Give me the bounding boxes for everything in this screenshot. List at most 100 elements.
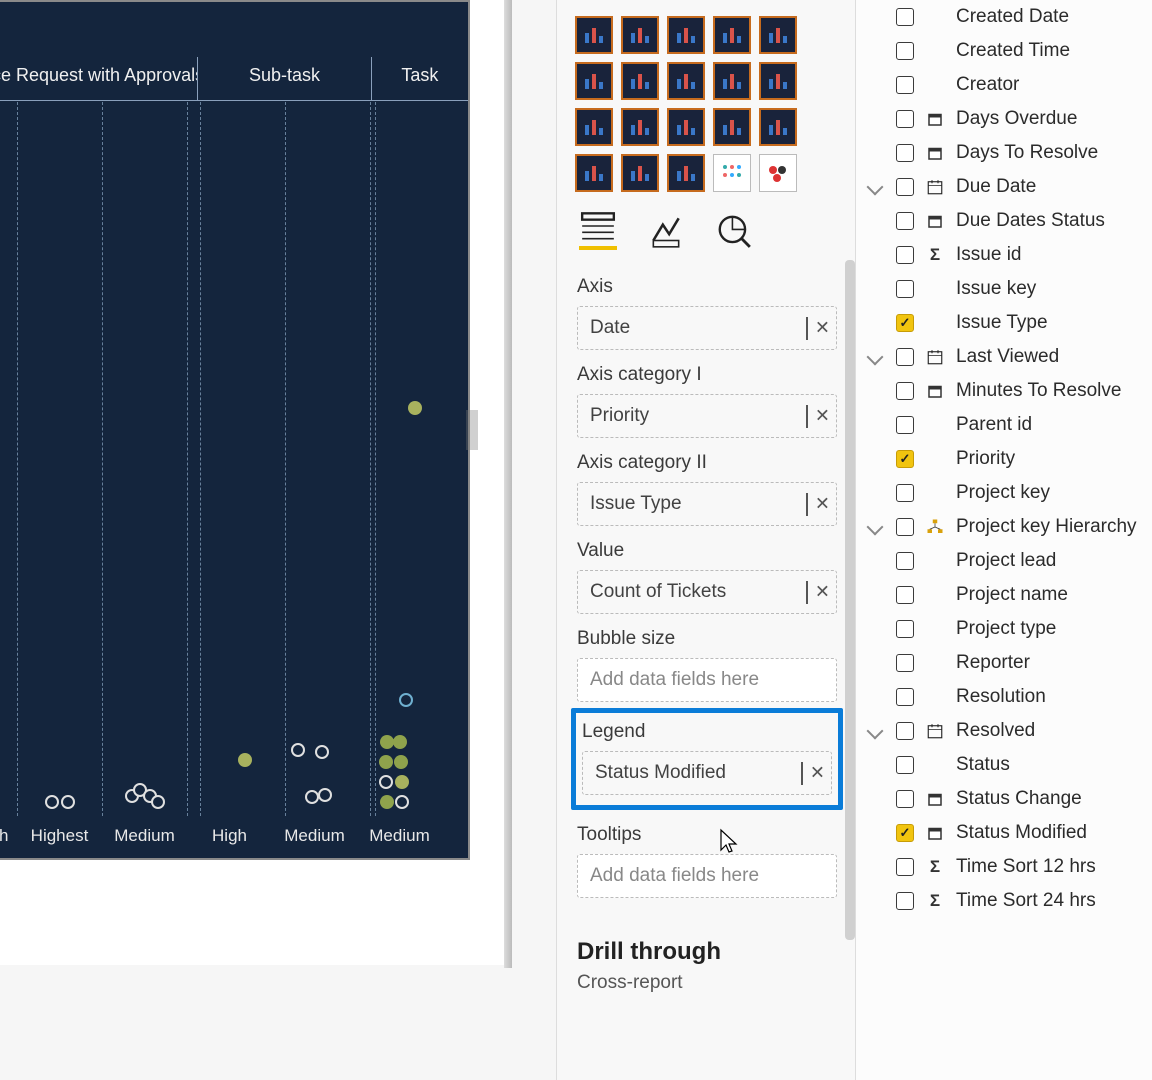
field-checkbox[interactable] xyxy=(896,144,914,162)
viz-type-thumb[interactable] xyxy=(621,62,659,100)
expand-icon[interactable] xyxy=(864,181,886,193)
axis-well[interactable]: Date ✕ xyxy=(577,306,837,350)
data-point[interactable] xyxy=(380,795,394,809)
format-tab-icon[interactable] xyxy=(647,212,685,250)
viz-type-thumb[interactable] xyxy=(759,108,797,146)
field-item[interactable]: Creator xyxy=(856,68,1152,102)
field-item[interactable]: Due Date xyxy=(856,170,1152,204)
field-item[interactable]: ΣIssue id xyxy=(856,238,1152,272)
field-checkbox[interactable] xyxy=(896,450,914,468)
field-item[interactable]: Parent id xyxy=(856,408,1152,442)
field-checkbox[interactable] xyxy=(896,858,914,876)
field-item[interactable]: Resolution xyxy=(856,680,1152,714)
viz-type-thumb[interactable] xyxy=(713,154,751,192)
viz-type-thumb[interactable] xyxy=(667,16,705,54)
value-well[interactable]: Count of Tickets ✕ xyxy=(577,570,837,614)
field-item[interactable]: Due Dates Status xyxy=(856,204,1152,238)
field-item[interactable]: Last Viewed xyxy=(856,340,1152,374)
axis-cat1-well[interactable]: Priority ✕ xyxy=(577,394,837,438)
field-checkbox[interactable] xyxy=(896,416,914,434)
bubble-chart-visual[interactable]: ice Request with ApprovalsSub-taskTask J… xyxy=(0,0,470,860)
data-point[interactable] xyxy=(315,745,329,759)
field-checkbox[interactable] xyxy=(896,654,914,672)
fields-tab-icon[interactable] xyxy=(579,212,617,250)
remove-icon[interactable]: ✕ xyxy=(815,582,830,603)
field-checkbox[interactable] xyxy=(896,790,914,808)
visualizations-scrollbar[interactable] xyxy=(845,260,855,940)
field-item[interactable]: ΣTime Sort 12 hrs xyxy=(856,850,1152,884)
field-checkbox[interactable] xyxy=(896,722,914,740)
data-point[interactable] xyxy=(380,735,394,749)
field-item[interactable]: Project key Hierarchy xyxy=(856,510,1152,544)
viz-type-thumb[interactable] xyxy=(575,62,613,100)
field-checkbox[interactable] xyxy=(896,484,914,502)
viz-type-thumb[interactable] xyxy=(667,108,705,146)
data-point[interactable] xyxy=(379,775,393,789)
field-checkbox[interactable] xyxy=(896,552,914,570)
viz-type-thumb[interactable] xyxy=(667,62,705,100)
viz-type-thumb[interactable] xyxy=(759,16,797,54)
viz-type-thumb[interactable] xyxy=(621,16,659,54)
viz-type-thumb[interactable] xyxy=(575,154,613,192)
data-point[interactable] xyxy=(318,788,332,802)
field-item[interactable]: Resolved xyxy=(856,714,1152,748)
field-item[interactable]: Created Date xyxy=(856,0,1152,34)
analytics-tab-icon[interactable] xyxy=(715,212,753,250)
viz-type-thumb[interactable] xyxy=(621,154,659,192)
field-item[interactable]: ΣTime Sort 24 hrs xyxy=(856,884,1152,918)
legend-well[interactable]: Status Modified ✕ xyxy=(582,751,832,795)
resize-handle-right[interactable] xyxy=(466,410,478,450)
field-checkbox[interactable] xyxy=(896,76,914,94)
data-point[interactable] xyxy=(45,795,59,809)
tooltips-well[interactable]: Add data fields here xyxy=(577,854,837,898)
field-checkbox[interactable] xyxy=(896,212,914,230)
field-checkbox[interactable] xyxy=(896,688,914,706)
field-item[interactable]: Issue key xyxy=(856,272,1152,306)
data-point[interactable] xyxy=(395,775,409,789)
field-checkbox[interactable] xyxy=(896,518,914,536)
data-point[interactable] xyxy=(394,755,408,769)
field-checkbox[interactable] xyxy=(896,586,914,604)
viz-type-thumb[interactable] xyxy=(713,16,751,54)
field-checkbox[interactable] xyxy=(896,8,914,26)
field-item[interactable]: Minutes To Resolve xyxy=(856,374,1152,408)
viz-type-thumb[interactable] xyxy=(759,62,797,100)
chevron-down-icon[interactable] xyxy=(806,493,808,515)
field-item[interactable]: Project lead xyxy=(856,544,1152,578)
field-checkbox[interactable] xyxy=(896,246,914,264)
expand-icon[interactable] xyxy=(864,725,886,737)
data-point[interactable] xyxy=(393,735,407,749)
remove-icon[interactable]: ✕ xyxy=(815,318,830,339)
remove-icon[interactable]: ✕ xyxy=(815,406,830,427)
remove-icon[interactable]: ✕ xyxy=(810,763,825,784)
field-checkbox[interactable] xyxy=(896,620,914,638)
viz-type-thumb[interactable] xyxy=(575,16,613,54)
viz-type-thumb[interactable] xyxy=(575,108,613,146)
viz-type-thumb[interactable] xyxy=(713,62,751,100)
field-item[interactable]: Days To Resolve xyxy=(856,136,1152,170)
data-point[interactable] xyxy=(408,401,422,415)
field-checkbox[interactable] xyxy=(896,42,914,60)
field-item[interactable]: Reporter xyxy=(856,646,1152,680)
field-checkbox[interactable] xyxy=(896,110,914,128)
field-checkbox[interactable] xyxy=(896,280,914,298)
field-item[interactable]: Status Modified xyxy=(856,816,1152,850)
data-point[interactable] xyxy=(291,743,305,757)
axis-cat2-well[interactable]: Issue Type ✕ xyxy=(577,482,837,526)
expand-icon[interactable] xyxy=(864,521,886,533)
viz-type-thumb[interactable] xyxy=(759,154,797,192)
field-item[interactable]: Issue Type xyxy=(856,306,1152,340)
bubble-well[interactable]: Add data fields here xyxy=(577,658,837,702)
data-point[interactable] xyxy=(399,693,413,707)
viz-type-thumb[interactable] xyxy=(667,154,705,192)
report-canvas[interactable]: ice Request with ApprovalsSub-taskTask J… xyxy=(0,0,508,965)
field-item[interactable]: Days Overdue xyxy=(856,102,1152,136)
chevron-down-icon[interactable] xyxy=(801,762,803,784)
field-checkbox[interactable] xyxy=(896,756,914,774)
field-item[interactable]: Project name xyxy=(856,578,1152,612)
field-item[interactable]: Priority xyxy=(856,442,1152,476)
viz-type-thumb[interactable] xyxy=(621,108,659,146)
remove-icon[interactable]: ✕ xyxy=(815,494,830,515)
data-point[interactable] xyxy=(61,795,75,809)
field-checkbox[interactable] xyxy=(896,314,914,332)
